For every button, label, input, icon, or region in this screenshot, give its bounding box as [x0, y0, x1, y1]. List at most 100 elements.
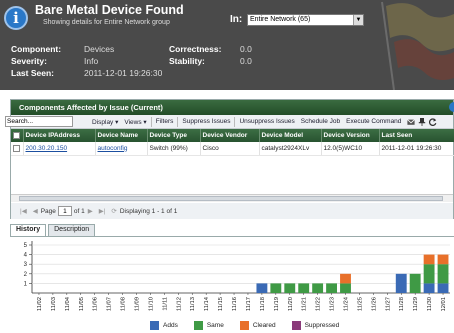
- cell-name: autoconfig: [95, 142, 148, 156]
- column-header-ip[interactable]: Device IPAddress: [23, 129, 96, 142]
- page-of-label: of 1: [73, 207, 85, 215]
- column-header-model[interactable]: Device Model: [259, 129, 322, 142]
- panel-title-text: Components Affected by Issue (Current): [19, 103, 163, 112]
- y-tick-label: 1: [24, 281, 28, 287]
- x-tick-label: 11/28: [399, 297, 405, 311]
- execute-command-button[interactable]: Execute Command: [343, 118, 404, 125]
- x-tick-label: 11/06: [93, 297, 99, 311]
- toolbar-divider: [150, 116, 152, 127]
- severity-label: Severity:: [11, 56, 47, 66]
- x-tick-label: 11/18: [260, 297, 266, 311]
- page-number-input[interactable]: [57, 206, 72, 216]
- legend-swatch: [150, 321, 159, 330]
- x-tick-label: 11/10: [148, 297, 154, 311]
- bar-same: [284, 283, 296, 293]
- tab-history[interactable]: History: [10, 224, 47, 236]
- scope-select[interactable]: Entire Network (65) ▼: [247, 14, 364, 26]
- scrollbar-thumb[interactable]: [19, 196, 443, 201]
- bar-same: [423, 264, 435, 284]
- severity-value: Info: [84, 56, 99, 66]
- flag-icon: [381, 1, 454, 90]
- bar-same: [437, 264, 449, 284]
- views-menu-label: Views: [124, 118, 142, 126]
- x-tick-label: 11/30: [427, 297, 433, 311]
- page-title: Bare Metal Device Found: [35, 3, 184, 17]
- grid-toolbar: Display ▾ Views ▾ Filters Suppress Issue…: [5, 115, 453, 129]
- y-tick-label: 2: [24, 272, 28, 278]
- correctness-value: 0.0: [240, 44, 252, 54]
- select-all-checkbox[interactable]: [13, 131, 20, 139]
- next-page-icon[interactable]: ▶: [85, 207, 96, 215]
- device-name-link[interactable]: autoconfig: [98, 145, 128, 152]
- bar-adds: [423, 283, 435, 293]
- last-seen-value: 2011-12-01 19:26:30: [84, 68, 163, 78]
- search-input[interactable]: [5, 116, 73, 127]
- legend-label: Adds: [163, 322, 178, 329]
- legend-item: Suppressed: [291, 321, 340, 330]
- row-checkbox[interactable]: [13, 144, 20, 152]
- row-select-cell[interactable]: [11, 142, 24, 156]
- stability-label: Stability:: [169, 56, 205, 66]
- pin-icon[interactable]: [418, 117, 426, 126]
- stability-value: 0.0: [240, 56, 252, 66]
- x-tick-label: 11/26: [371, 297, 377, 311]
- tab-description[interactable]: Description: [48, 224, 96, 236]
- schedule-job-button[interactable]: Schedule Job: [298, 118, 343, 125]
- device-ip-link[interactable]: 200.30.20.150: [26, 145, 68, 152]
- column-header-name[interactable]: Device Name: [95, 129, 148, 142]
- column-header-last-seen[interactable]: Last Seen: [379, 129, 454, 142]
- unsuppress-issues-button[interactable]: Unsuppress Issues: [236, 118, 297, 125]
- bar-cleared: [437, 254, 449, 265]
- bar-same: [409, 273, 421, 293]
- column-header-vendor[interactable]: Device Vendor: [200, 129, 260, 142]
- cell-last-seen: 2011-12-01 19:26:30: [379, 142, 454, 156]
- legend-label: Suppressed: [304, 322, 340, 329]
- help-icon[interactable]: [449, 102, 454, 112]
- x-tick-label: 11/12: [176, 297, 182, 311]
- legend-label: Cleared: [252, 322, 276, 329]
- bar-same: [326, 283, 338, 293]
- display-menu-button[interactable]: Display ▾: [89, 118, 121, 126]
- x-tick-label: 11/29: [413, 297, 419, 311]
- views-menu-button[interactable]: Views ▾: [121, 118, 149, 126]
- select-all-header[interactable]: [11, 129, 24, 142]
- bar-same: [298, 283, 310, 293]
- chevron-down-icon[interactable]: ▼: [353, 15, 363, 25]
- bar-same: [312, 283, 324, 293]
- last-page-icon[interactable]: ▶|: [96, 207, 109, 215]
- x-tick-label: 11/21: [302, 297, 308, 311]
- x-tick-label: 11/27: [385, 297, 391, 311]
- first-page-icon[interactable]: |◀: [17, 207, 30, 215]
- pager-display-text: Displaying 1 - 1 of 1: [119, 207, 178, 215]
- toolbar-divider: [234, 116, 236, 127]
- x-tick-label: 11/23: [330, 297, 336, 311]
- last-seen-label: Last Seen:: [11, 68, 54, 78]
- table-row[interactable]: 200.30.20.150 autoconfig Switch (99%) Ci…: [11, 142, 454, 156]
- bar-cleared: [423, 254, 435, 265]
- scope-select-value: Entire Network (65): [250, 16, 311, 23]
- refresh-icon[interactable]: [429, 117, 437, 126]
- x-tick-label: 11/15: [218, 297, 224, 311]
- panel-title: Components Affected by Issue (Current): [11, 100, 454, 115]
- issue-header: i Bare Metal Device Found Showing detail…: [0, 0, 454, 90]
- refresh-pager-icon[interactable]: ⟳: [108, 207, 119, 215]
- component-label: Component:: [11, 44, 62, 54]
- x-tick-label: 11/04: [65, 296, 71, 311]
- suppress-issues-button[interactable]: Suppress Issues: [179, 118, 233, 125]
- history-chart-area: 1 2 3 4 5 11/02 11/03 11/04 11/05 11/06 11/07 11/08…: [10, 236, 454, 333]
- x-tick-label: 11/11: [162, 297, 168, 311]
- x-tick-label: 11/24: [344, 296, 350, 311]
- mail-icon[interactable]: [407, 118, 416, 126]
- x-tick-label: 11/08: [121, 297, 127, 311]
- x-tick-label: 11/02: [37, 297, 43, 311]
- column-header-version[interactable]: Device Version: [321, 129, 380, 142]
- correctness-label: Correctness:: [169, 44, 222, 54]
- legend-swatch: [193, 321, 203, 330]
- column-header-type[interactable]: Device Type: [147, 129, 201, 142]
- horizontal-scrollbar[interactable]: [11, 194, 453, 202]
- cell-ip: 200.30.20.150: [23, 142, 96, 156]
- filters-button[interactable]: Filters: [153, 118, 177, 125]
- cell-vendor: Cisco: [200, 142, 260, 156]
- x-tick-label: 11/14: [204, 296, 210, 311]
- prev-page-icon[interactable]: ◀: [30, 207, 41, 215]
